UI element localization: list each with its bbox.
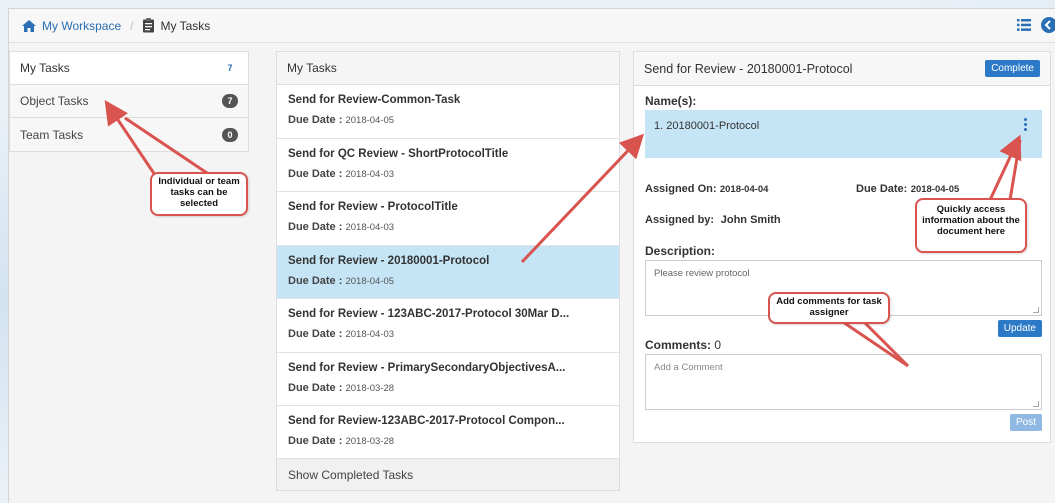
assigned-by: Assigned by: John Smith	[645, 212, 781, 226]
nav-item-label: Object Tasks	[20, 94, 89, 108]
nav-item-team-tasks[interactable]: Team Tasks 0	[10, 118, 248, 151]
top-bar: My Workspace / My Tasks	[9, 9, 1055, 43]
home-icon[interactable]	[21, 19, 37, 33]
resize-handle-icon[interactable]	[1033, 307, 1039, 313]
due-value: 2018-04-03	[345, 222, 395, 233]
assigned-on: Assigned On: 2018-04-04	[645, 181, 768, 195]
task-due: Due Date : 2018-04-03	[288, 328, 608, 340]
task-list-item[interactable]: Send for Review - PrimarySecondaryObject…	[277, 353, 619, 406]
nav-item-label: My Tasks	[20, 61, 70, 75]
task-due: Due Date : 2018-04-05	[288, 275, 608, 287]
due-label: Due Date :	[288, 114, 343, 126]
assigned-on-label: Assigned On:	[645, 183, 717, 195]
assigned-by-value: John Smith	[720, 214, 781, 226]
kebab-menu-icon[interactable]	[1024, 118, 1028, 133]
count-badge: 0	[222, 127, 238, 142]
breadcrumb-current: My Tasks	[160, 18, 211, 33]
nav-item-my-tasks[interactable]: My Tasks 7	[10, 52, 248, 85]
task-list-item[interactable]: Send for Review - 123ABC-2017-Protocol 3…	[277, 299, 619, 353]
count-badge: 7	[222, 61, 238, 75]
task-list-item[interactable]: Send for QC Review - ShortProtocolTitle …	[277, 139, 619, 192]
names-label: Name(s):	[645, 94, 697, 108]
due-value: 2018-04-05	[345, 115, 395, 126]
nav-item-label: Team Tasks	[20, 127, 84, 142]
task-due: Due Date : 2018-03-28	[288, 435, 608, 447]
count-badge: 7	[222, 94, 238, 108]
show-completed-tasks-link[interactable]: Show Completed Tasks	[277, 458, 619, 490]
task-detail-header: Send for Review - 20180001-Protocol Comp…	[634, 52, 1050, 86]
task-title: Send for Review - 123ABC-2017-Protocol 3…	[288, 308, 570, 320]
description-text: Please review protocol	[654, 268, 750, 279]
due-label: Due Date :	[288, 381, 343, 394]
callout-individual-team: Individual or team tasks can be selected	[150, 172, 248, 216]
task-list-item[interactable]: Send for Review-Common-Task Due Date : 2…	[277, 85, 619, 139]
comment-input[interactable]: Add a Comment	[645, 354, 1042, 410]
list-icon[interactable]	[1017, 19, 1031, 34]
callout-quick-access: Quickly access information about the doc…	[915, 198, 1027, 253]
task-title: Send for Review - ProtocolTitle	[288, 201, 458, 213]
comment-placeholder: Add a Comment	[654, 362, 723, 373]
task-category-nav: My Tasks 7 Object Tasks 7 Team Tasks 0	[9, 51, 249, 152]
task-title: Send for Review - PrimarySecondaryObject…	[288, 361, 566, 374]
document-name: 1. 20180001-Protocol	[654, 120, 760, 132]
update-button[interactable]: Update	[997, 320, 1042, 337]
task-due: Due Date : 2018-03-28	[288, 382, 608, 394]
due-value: 2018-04-03	[345, 168, 395, 180]
complete-button[interactable]: Complete	[985, 60, 1040, 77]
due-value: 2018-04-05	[345, 275, 395, 287]
task-detail-title: Send for Review - 20180001-Protocol	[644, 61, 853, 76]
due-label: Due Date :	[288, 167, 343, 180]
document-name-row[interactable]: 1. 20180001-Protocol	[645, 110, 1042, 158]
breadcrumb-workspace-link[interactable]: My Workspace	[42, 19, 121, 33]
assigned-on-value: 2018-04-04	[719, 184, 769, 195]
due-label: Due Date :	[288, 328, 343, 340]
post-button[interactable]: Post	[1009, 414, 1042, 431]
due-label: Due Date :	[288, 221, 343, 233]
due-value: 2018-04-03	[345, 329, 395, 340]
breadcrumb-separator: /	[130, 18, 134, 33]
task-title: Send for QC Review - ShortProtocolTitle	[288, 147, 509, 160]
due-date: Due Date: 2018-04-05	[856, 181, 959, 195]
task-due: Due Date : 2018-04-03	[288, 168, 608, 180]
nav-item-object-tasks[interactable]: Object Tasks 7	[10, 85, 248, 118]
comments-heading: Comments: 0	[645, 338, 721, 352]
comments-count: 0	[714, 338, 722, 352]
task-title: Send for Review - 20180001-Protocol	[288, 254, 490, 267]
comments-label: Comments:	[645, 338, 712, 352]
task-list-item[interactable]: Send for Review - ProtocolTitle Due Date…	[277, 192, 619, 246]
task-list-item-selected[interactable]: Send for Review - 20180001-Protocol Due …	[277, 245, 619, 299]
breadcrumb: My Workspace / My Tasks	[21, 18, 210, 33]
user-icon[interactable]	[1041, 17, 1055, 36]
task-due: Due Date : 2018-04-05	[288, 114, 608, 126]
due-label: Due Date :	[288, 274, 343, 287]
due-label: Due Date :	[288, 435, 343, 447]
assigned-by-label: Assigned by:	[645, 214, 715, 226]
task-title: Send for Review-123ABC-2017-Protocol Com…	[288, 415, 565, 427]
due-value: 2018-03-28	[345, 382, 395, 394]
due-date-label: Due Date:	[856, 183, 908, 195]
resize-handle-icon[interactable]	[1033, 401, 1039, 407]
task-list-header: My Tasks	[277, 52, 619, 85]
due-value: 2018-03-28	[345, 436, 395, 447]
task-list-item[interactable]: Send for Review-123ABC-2017-Protocol Com…	[277, 406, 619, 460]
task-due: Due Date : 2018-04-03	[288, 221, 608, 233]
task-list-panel: My Tasks Send for Review-Common-Task Due…	[276, 51, 620, 491]
description-label: Description:	[645, 244, 716, 258]
tasks-icon	[142, 18, 155, 33]
app-frame: My Workspace / My Tasks My Tasks 7 Objec…	[8, 8, 1055, 503]
task-title: Send for Review-Common-Task	[288, 94, 461, 106]
due-date-value: 2018-04-05	[910, 184, 960, 195]
callout-add-comments: Add comments for task assigner	[768, 292, 890, 324]
